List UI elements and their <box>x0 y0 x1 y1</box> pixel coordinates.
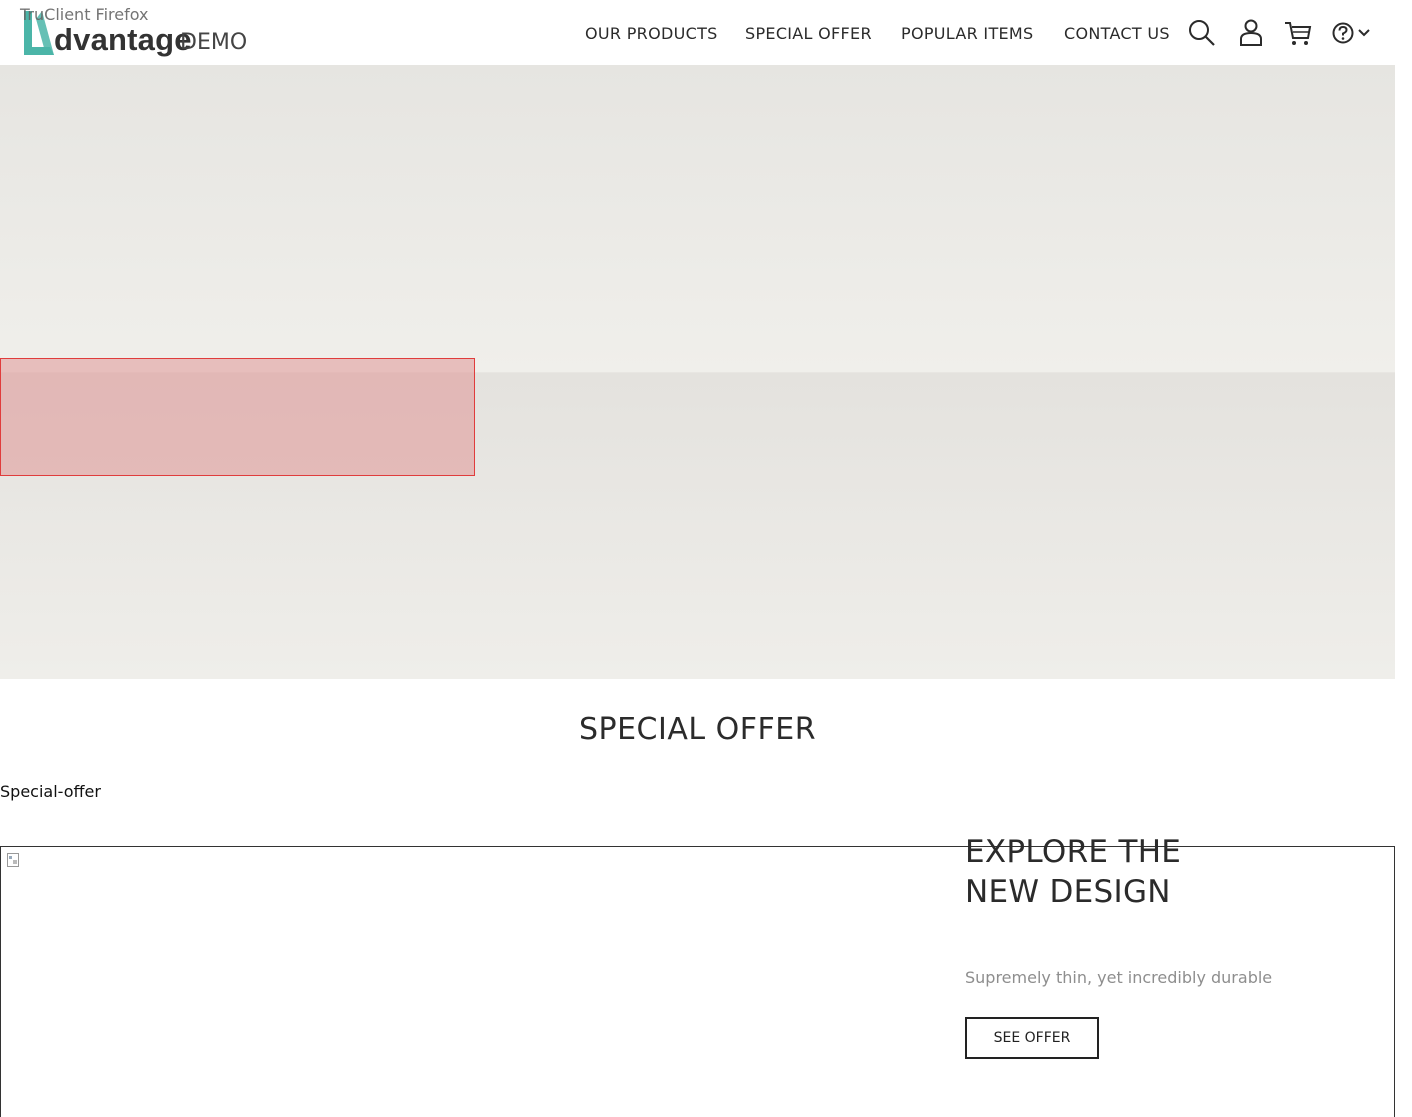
special-offer-caption: Special-offer <box>0 782 101 801</box>
logo-suffix: DEMO <box>180 30 248 55</box>
nav-our-products[interactable]: OUR PRODUCTS <box>585 24 718 43</box>
offer-subtitle: Supremely thin, yet incredibly durable <box>965 968 1273 987</box>
highlight-overlay <box>0 358 475 476</box>
see-offer-button[interactable]: SEE OFFER <box>965 1017 1099 1059</box>
broken-image-icon <box>7 853 19 867</box>
offer-heading: EXPLORE THE NEW DESIGN <box>965 834 1182 910</box>
browser-label: TruClient Firefox <box>20 5 149 24</box>
hero-banner[interactable] <box>0 65 1395 679</box>
site-header: dvantage DEMO TruClient Firefox OUR PROD… <box>0 0 1395 65</box>
nav-special-offer[interactable]: SPECIAL OFFER <box>745 24 872 43</box>
logo-word: dvantage <box>54 22 192 57</box>
chevron-down-icon[interactable] <box>1356 18 1372 48</box>
nav-contact-us[interactable]: CONTACT US <box>1064 24 1170 43</box>
cart-icon[interactable] <box>1283 18 1313 48</box>
user-icon[interactable] <box>1236 18 1266 48</box>
nav-popular-items[interactable]: POPULAR ITEMS <box>901 24 1034 43</box>
special-offer-title: SPECIAL OFFER <box>578 712 817 747</box>
search-icon[interactable] <box>1187 18 1217 48</box>
